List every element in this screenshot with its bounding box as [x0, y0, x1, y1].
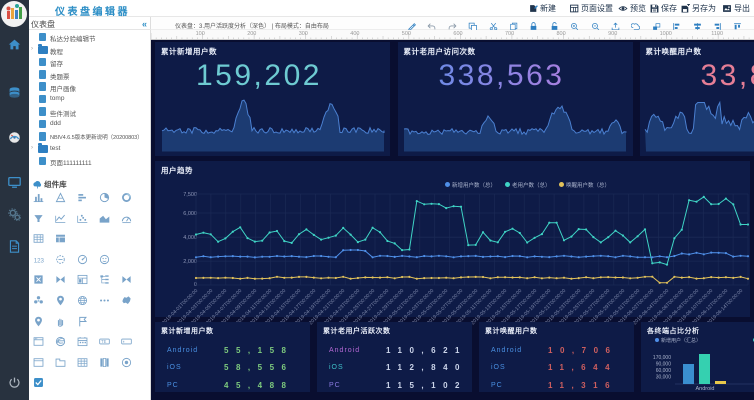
svg-text:60,000: 60,000 [656, 368, 672, 374]
svg-text:30,000: 30,000 [656, 374, 672, 380]
svg-text:123: 123 [34, 257, 44, 264]
svg-text:90,000: 90,000 [656, 361, 672, 367]
svg-text:TE: TE [101, 339, 107, 344]
svg-text:170,000: 170,000 [653, 355, 671, 361]
svg-text:Android: Android [696, 386, 715, 390]
